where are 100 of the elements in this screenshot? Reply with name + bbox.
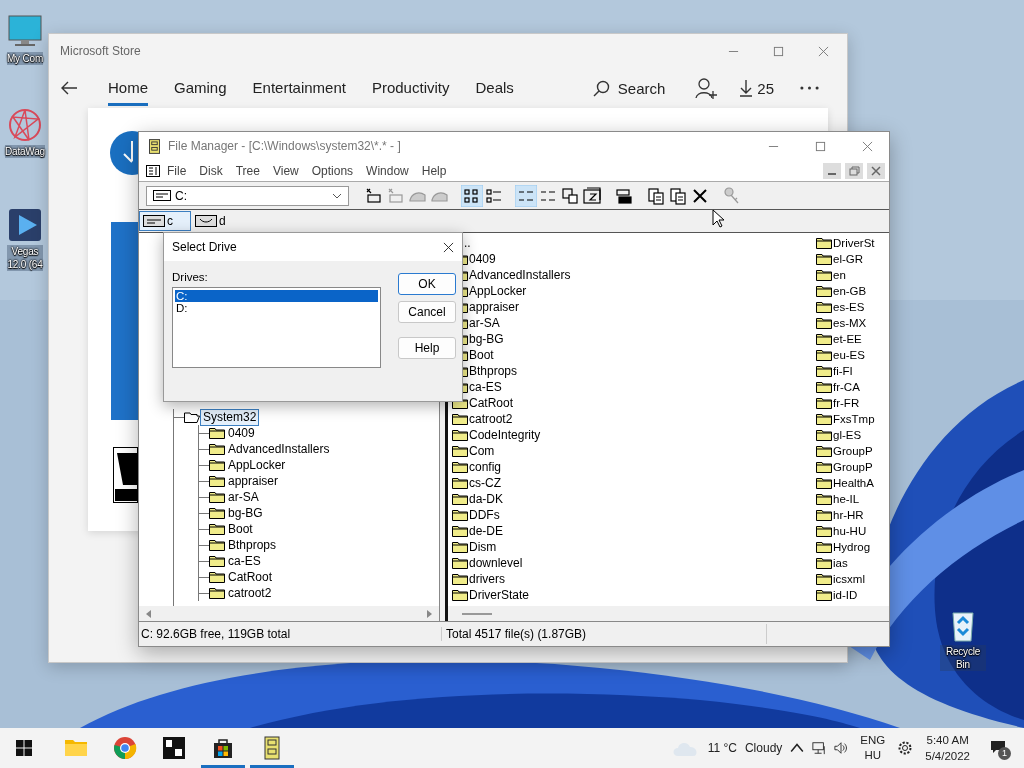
maximize-icon[interactable] xyxy=(773,45,784,57)
folder-name[interactable]: de-DE xyxy=(469,524,503,538)
folder-name[interactable]: DriverSt xyxy=(833,237,875,249)
folder-name[interactable]: en xyxy=(833,269,846,281)
folder-name[interactable]: DriverState xyxy=(469,588,530,602)
restore-icon[interactable] xyxy=(845,162,863,179)
folder-name[interactable]: et-EE xyxy=(833,333,862,345)
menu-item[interactable]: View xyxy=(272,163,299,178)
nav-tab[interactable]: Productivity xyxy=(371,70,450,106)
folder-name[interactable]: catroot2 xyxy=(469,412,513,426)
scroll-right-icon[interactable] xyxy=(425,609,433,618)
directory-entry[interactable]: ca-ES xyxy=(225,552,264,570)
drive-button[interactable]: d xyxy=(191,211,243,231)
desktop-icon-label[interactable]: Recycle Bin xyxy=(940,645,986,671)
weather-text[interactable]: Cloudy xyxy=(744,741,783,755)
menu-item[interactable]: Tree xyxy=(235,163,260,178)
folder-name[interactable]: el-GR xyxy=(833,253,864,265)
chevron-up-icon[interactable] xyxy=(790,741,805,755)
folder-name[interactable]: AppLocker xyxy=(469,284,527,298)
icons-icon[interactable] xyxy=(461,184,483,207)
sort-name-icon[interactable] xyxy=(515,184,537,207)
archive-icon[interactable] xyxy=(581,184,603,207)
folder-name[interactable]: gl-ES xyxy=(833,429,862,441)
nav-tab[interactable]: Home xyxy=(108,70,148,106)
directory-entry[interactable]: AdvancedInstallers xyxy=(225,440,333,458)
folder-name[interactable]: hr-HR xyxy=(833,509,864,521)
system-menu-icon[interactable] xyxy=(146,164,160,177)
folder-name[interactable]: icsxml xyxy=(833,573,865,585)
directory-entry[interactable]: AppLocker xyxy=(225,456,289,474)
folder-name[interactable]: Bthprops xyxy=(469,364,518,378)
back-arrow-icon[interactable] xyxy=(60,81,78,95)
settings-icon[interactable] xyxy=(897,740,914,756)
menu-item[interactable]: Window xyxy=(366,163,409,178)
add-user-icon[interactable] xyxy=(695,77,718,99)
folder-name[interactable]: es-ES xyxy=(833,301,865,313)
folder-name[interactable]: ca-ES xyxy=(469,380,502,394)
directory-entry[interactable]: System32 xyxy=(200,408,260,426)
folder-name[interactable]: downlevel xyxy=(469,556,523,570)
folder-name[interactable]: id-ID xyxy=(833,589,858,601)
folder-name[interactable]: FxsTmp xyxy=(833,413,875,425)
folder-name[interactable]: GroupP xyxy=(833,445,873,457)
folder-name[interactable]: Boot xyxy=(469,348,494,362)
folder-name[interactable]: HealthA xyxy=(833,477,874,489)
folder-name[interactable]: drivers xyxy=(469,572,505,586)
folder-name[interactable]: DDFs xyxy=(469,508,500,522)
folder-name[interactable]: Dism xyxy=(469,540,497,554)
menu-item[interactable]: Options xyxy=(311,163,354,178)
folder-name[interactable]: 0409 xyxy=(469,252,496,266)
directory-entry[interactable]: CatRoot xyxy=(225,568,276,586)
caret-icon[interactable] xyxy=(332,192,342,199)
folder-name[interactable]: ar-SA xyxy=(469,316,500,330)
more-icon[interactable] xyxy=(800,86,819,90)
folder-name[interactable]: eu-ES xyxy=(833,349,865,361)
close-icon[interactable] xyxy=(443,241,454,253)
menu-item[interactable]: Disk xyxy=(199,163,223,178)
folder-name[interactable]: fr-FR xyxy=(833,397,860,409)
folder-name[interactable]: fi-FI xyxy=(833,365,853,377)
menu-item[interactable]: Help xyxy=(421,163,447,178)
folder-name[interactable]: he-IL xyxy=(833,493,860,505)
folder-name[interactable]: Hydrog xyxy=(833,541,871,553)
directory-entry[interactable]: ar-SA xyxy=(225,488,262,506)
folder-name[interactable]: fr-CA xyxy=(833,381,860,393)
nav-tab[interactable]: Entertainment xyxy=(252,70,346,106)
folder-name[interactable]: cs-CZ xyxy=(469,476,501,490)
folder-name[interactable]: en-GB xyxy=(833,285,867,297)
directory-entry[interactable]: Bthprops xyxy=(225,536,280,554)
list-item[interactable]: D: xyxy=(175,302,378,314)
minimize-icon[interactable] xyxy=(823,162,841,179)
directory-entry[interactable]: Boot xyxy=(225,520,256,538)
list-item[interactable]: C: xyxy=(175,290,378,302)
drive-button[interactable]: c xyxy=(139,211,191,231)
horizontal-scrollbar[interactable] xyxy=(139,606,439,621)
dialog-button[interactable]: Help xyxy=(398,337,456,359)
directory-entry[interactable]: catroot2 xyxy=(225,584,275,602)
menu-item[interactable]: File xyxy=(167,163,187,178)
folder-name[interactable]: CodeIntegrity xyxy=(469,428,541,442)
folder-name[interactable]: appraiser xyxy=(469,300,520,314)
scroll-left-icon[interactable] xyxy=(145,609,153,618)
maximize-icon[interactable] xyxy=(815,140,826,152)
drive-dropdown[interactable]: C: xyxy=(146,185,349,206)
close-icon[interactable] xyxy=(867,162,885,179)
nav-tab[interactable]: Gaming xyxy=(174,70,227,106)
directory-entry[interactable]: appraiser xyxy=(225,472,282,490)
dialog-button[interactable]: OK xyxy=(398,273,456,295)
dialog-button[interactable]: Cancel xyxy=(398,301,456,323)
directory-entry[interactable]: bg-BG xyxy=(225,504,266,522)
nav-tab[interactable]: Deals xyxy=(475,70,514,106)
folder-name[interactable]: da-DK xyxy=(469,492,503,506)
volume-icon[interactable] xyxy=(834,741,849,755)
start-icon[interactable] xyxy=(16,740,32,756)
folder-name[interactable]: AdvancedInstallers xyxy=(469,268,571,282)
folder-name[interactable]: GroupP xyxy=(833,461,873,473)
language-indicator[interactable]: ENG HU xyxy=(860,733,886,763)
network-icon[interactable] xyxy=(812,741,827,755)
horizontal-scrollbar[interactable] xyxy=(448,606,889,621)
folder-name[interactable]: hu-HU xyxy=(833,525,867,537)
folder-name[interactable]: config xyxy=(469,460,502,474)
folder-name[interactable]: CatRoot xyxy=(469,396,514,410)
folder-name[interactable]: ias xyxy=(833,557,848,569)
folder-name[interactable]: Com xyxy=(469,444,495,458)
